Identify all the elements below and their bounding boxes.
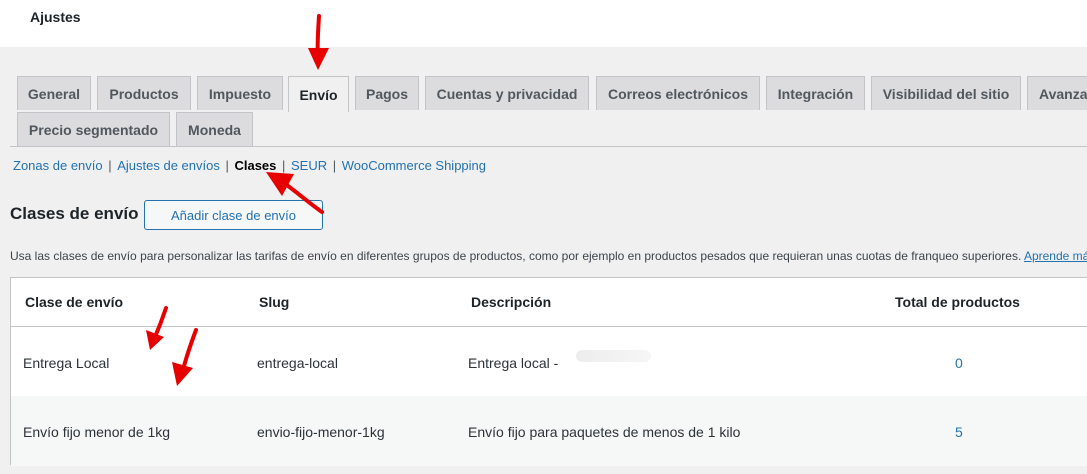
- column-header-clase: Clase de envío: [25, 294, 124, 310]
- tab-precio-segmentado[interactable]: Precio segmentado: [17, 112, 170, 146]
- tab-impuesto[interactable]: Impuesto: [197, 76, 283, 110]
- tab-cuentas-privacidad[interactable]: Cuentas y privacidad: [425, 76, 589, 110]
- annotation-arrow-icon: [308, 14, 329, 70]
- tab-productos[interactable]: Productos: [97, 76, 191, 110]
- annotation-arrow-icon: [266, 172, 324, 214]
- top-bar: Ajustes: [0, 0, 1087, 47]
- learn-more-link[interactable]: Aprende más: [1024, 249, 1087, 263]
- section-nav: Zonas de envío | Ajustes de envíos | Cla…: [13, 158, 486, 173]
- redacted-text: [576, 350, 651, 362]
- table-row[interactable]: Envío fijo menor de 1kg envio-fijo-menor…: [11, 396, 1087, 466]
- tab-avanzado[interactable]: Avanzado: [1027, 76, 1087, 110]
- section-heading: Clases de envío: [10, 204, 139, 223]
- row-product-count-link[interactable]: 5: [955, 424, 963, 440]
- page-description: Usa las clases de envío para personaliza…: [10, 249, 1087, 263]
- column-header-total: Total de productos: [895, 294, 1020, 310]
- tab-visibilidad-sitio[interactable]: Visibilidad del sitio: [871, 76, 1021, 110]
- separator: |: [104, 158, 116, 173]
- row-description: Envío fijo para paquetes de menos de 1 k…: [468, 424, 741, 440]
- section-ajustes-envios[interactable]: Ajustes de envíos: [117, 158, 220, 173]
- tab-envio[interactable]: Envío: [288, 76, 349, 112]
- row-slug: entrega-local: [257, 355, 338, 371]
- annotation-arrow-icon: [172, 328, 198, 386]
- tab-general[interactable]: General: [17, 76, 91, 110]
- row-product-count-link[interactable]: 0: [955, 355, 963, 371]
- row-class-name: Envío fijo menor de 1kg: [23, 424, 171, 440]
- row-class-name: Entrega Local: [23, 355, 110, 371]
- section-zonas-envio[interactable]: Zonas de envío: [13, 158, 103, 173]
- tabs-divider: [10, 146, 1087, 147]
- tab-integracion[interactable]: Integración: [766, 76, 865, 110]
- tab-pagos[interactable]: Pagos: [355, 76, 419, 110]
- page-title: Ajustes: [30, 9, 81, 25]
- tab-correos-electronicos[interactable]: Correos electrónicos: [596, 76, 760, 110]
- tab-moneda[interactable]: Moneda: [176, 112, 253, 146]
- row-slug: envio-fijo-menor-1kg: [257, 424, 385, 440]
- column-header-descripcion: Descripción: [471, 294, 552, 310]
- column-header-slug: Slug: [259, 294, 290, 310]
- separator: |: [329, 158, 340, 173]
- section-woocommerce-shipping[interactable]: WooCommerce Shipping: [342, 158, 486, 173]
- description-text: Usa las clases de envío para personaliza…: [10, 249, 1022, 263]
- row-description: Entrega local -: [468, 355, 559, 371]
- separator: |: [221, 158, 233, 173]
